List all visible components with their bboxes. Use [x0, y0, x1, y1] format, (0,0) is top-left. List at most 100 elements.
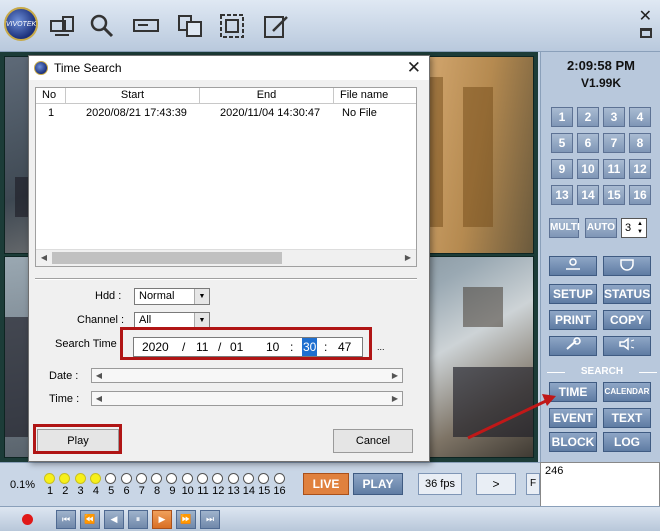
window-close-icon[interactable]: ✕ — [639, 6, 652, 26]
play-icon[interactable]: ▶ — [152, 510, 172, 529]
row-end: 2020/11/04 14:30:47 — [220, 107, 321, 119]
text-search-button[interactable]: TEXT — [603, 408, 651, 428]
spinner-arrows-icon[interactable]: ▲ ▼ — [637, 220, 645, 236]
multi-button[interactable]: MULTI — [549, 218, 580, 238]
camera-settings-button[interactable] — [44, 8, 80, 44]
channel-button-1[interactable]: 1 — [551, 107, 573, 127]
fps-display: 36 fps — [418, 473, 462, 495]
channel-button-5[interactable]: 5 — [551, 133, 573, 153]
live-mode-button[interactable]: LIVE — [303, 473, 349, 495]
scrollbar-thumb[interactable] — [52, 252, 282, 264]
calendar-search-button[interactable]: CALENDAR — [603, 382, 651, 402]
channel-button-13[interactable]: 13 — [551, 185, 573, 205]
date-slider[interactable]: ◀ ▶ — [91, 368, 403, 383]
channel-button-14[interactable]: 14 — [577, 185, 599, 205]
scroll-right-icon[interactable]: ▶ — [402, 252, 414, 264]
folder-button[interactable] — [172, 8, 208, 44]
row-file-name: No File — [342, 107, 377, 119]
channel-status-number: 10 — [181, 485, 194, 497]
column-header-no[interactable]: No — [36, 88, 66, 104]
window-restore-icon[interactable] — [640, 28, 652, 38]
tools-button[interactable] — [549, 336, 597, 356]
slider-right-icon[interactable]: ▶ — [389, 393, 401, 405]
auto-interval-spinner[interactable]: 3 ▲ ▼ — [621, 218, 647, 238]
channel-button-10[interactable]: 10 — [577, 159, 599, 179]
channel-status-dot — [89, 473, 101, 484]
channel-button-3[interactable]: 3 — [603, 107, 625, 127]
channel-status-dot — [273, 473, 285, 484]
channel-button-8[interactable]: 8 — [629, 133, 651, 153]
search-result-list[interactable]: No Start End File name 1 2020/08/21 17:4… — [35, 87, 417, 267]
copy-button[interactable]: COPY — [603, 310, 651, 330]
record-indicator-icon — [22, 514, 33, 525]
block-search-button[interactable]: BLOCK — [549, 432, 597, 452]
dome-camera-button[interactable] — [603, 256, 651, 276]
edge-button[interactable]: F — [526, 473, 540, 495]
wrench-icon — [566, 337, 581, 350]
dialog-title-bar[interactable]: Time Search ✕ — [29, 56, 429, 80]
log-search-button[interactable]: LOG — [603, 432, 651, 452]
time-slider[interactable]: ◀ ▶ — [91, 391, 403, 406]
cancel-button[interactable]: Cancel — [333, 429, 413, 453]
main-toolbar: VIVOTEK ✕ — [0, 0, 660, 52]
ptz-button[interactable] — [549, 256, 597, 276]
channel-button-6[interactable]: 6 — [577, 133, 599, 153]
recorder-icon — [133, 19, 159, 32]
ellipsis-text: ... — [377, 342, 385, 352]
channel-status-number: 12 — [212, 485, 225, 497]
channel-button-16[interactable]: 16 — [629, 185, 651, 205]
channel-status-dot — [197, 473, 208, 484]
divider — [35, 278, 417, 279]
auto-button[interactable]: AUTO — [585, 218, 617, 238]
grid-button[interactable] — [214, 8, 250, 44]
chevron-down-icon[interactable]: ▼ — [194, 289, 209, 304]
slider-left-icon[interactable]: ◀ — [93, 370, 105, 382]
channel-button-4[interactable]: 4 — [629, 107, 651, 127]
horizontal-scrollbar[interactable]: ◀ ▶ — [36, 249, 416, 266]
search-button[interactable] — [84, 8, 120, 44]
slider-right-icon[interactable]: ▶ — [389, 370, 401, 382]
pause-icon[interactable]: ⏸ — [128, 510, 148, 529]
slider-left-icon[interactable]: ◀ — [93, 393, 105, 405]
last-frame-icon[interactable]: ⏭ — [200, 510, 220, 529]
channel-status-dot — [44, 473, 55, 484]
play-mode-button[interactable]: PLAY — [353, 473, 403, 495]
channel-status-number: 5 — [108, 485, 115, 497]
print-button[interactable]: PRINT — [549, 310, 597, 330]
first-frame-icon[interactable]: ⏮ — [56, 510, 76, 529]
playback-control-bar: ⏮ ⏪ ◀ ⏸ ▶ ⏩ ⏭ — [0, 506, 660, 531]
setup-button[interactable]: SETUP — [549, 284, 597, 304]
rewind-icon[interactable]: ⏪ — [80, 510, 100, 529]
time-label: Time : — [49, 393, 80, 405]
hdd-select[interactable]: Normal ▼ — [134, 288, 210, 305]
grid-icon — [220, 14, 244, 38]
edit-button[interactable] — [258, 8, 294, 44]
channel-button-9[interactable]: 9 — [551, 159, 573, 179]
channel-button-15[interactable]: 15 — [603, 185, 625, 205]
channel-button-11[interactable]: 11 — [603, 159, 625, 179]
step-back-icon[interactable]: ◀ — [104, 510, 124, 529]
column-header-end[interactable]: End — [200, 88, 334, 104]
time-search-button[interactable]: TIME — [549, 382, 597, 402]
channel-status-dot — [59, 473, 71, 484]
speaker-icon — [619, 337, 635, 351]
chevron-down-icon[interactable]: ▼ — [194, 313, 209, 328]
channel-button-2[interactable]: 2 — [577, 107, 599, 127]
close-icon[interactable]: ✕ — [407, 58, 421, 78]
status-button[interactable]: STATUS — [603, 284, 651, 304]
audio-button[interactable] — [603, 336, 651, 356]
camera-settings-icon — [50, 16, 74, 36]
column-header-start[interactable]: Start — [66, 88, 200, 104]
channel-button-7[interactable]: 7 — [603, 133, 625, 153]
next-page-button[interactable]: > — [476, 473, 516, 495]
channel-status-dot — [105, 473, 117, 484]
scroll-left-icon[interactable]: ◀ — [38, 252, 50, 264]
fast-forward-icon[interactable]: ⏩ — [176, 510, 196, 529]
channel-status-dot — [227, 473, 239, 484]
recorder-button[interactable] — [128, 8, 164, 44]
column-header-file-name[interactable]: File name — [334, 88, 416, 104]
channel-button-12[interactable]: 12 — [629, 159, 651, 179]
row-no: 1 — [48, 107, 55, 119]
search-section-label: SEARCH — [547, 366, 657, 377]
event-search-button[interactable]: EVENT — [549, 408, 597, 428]
